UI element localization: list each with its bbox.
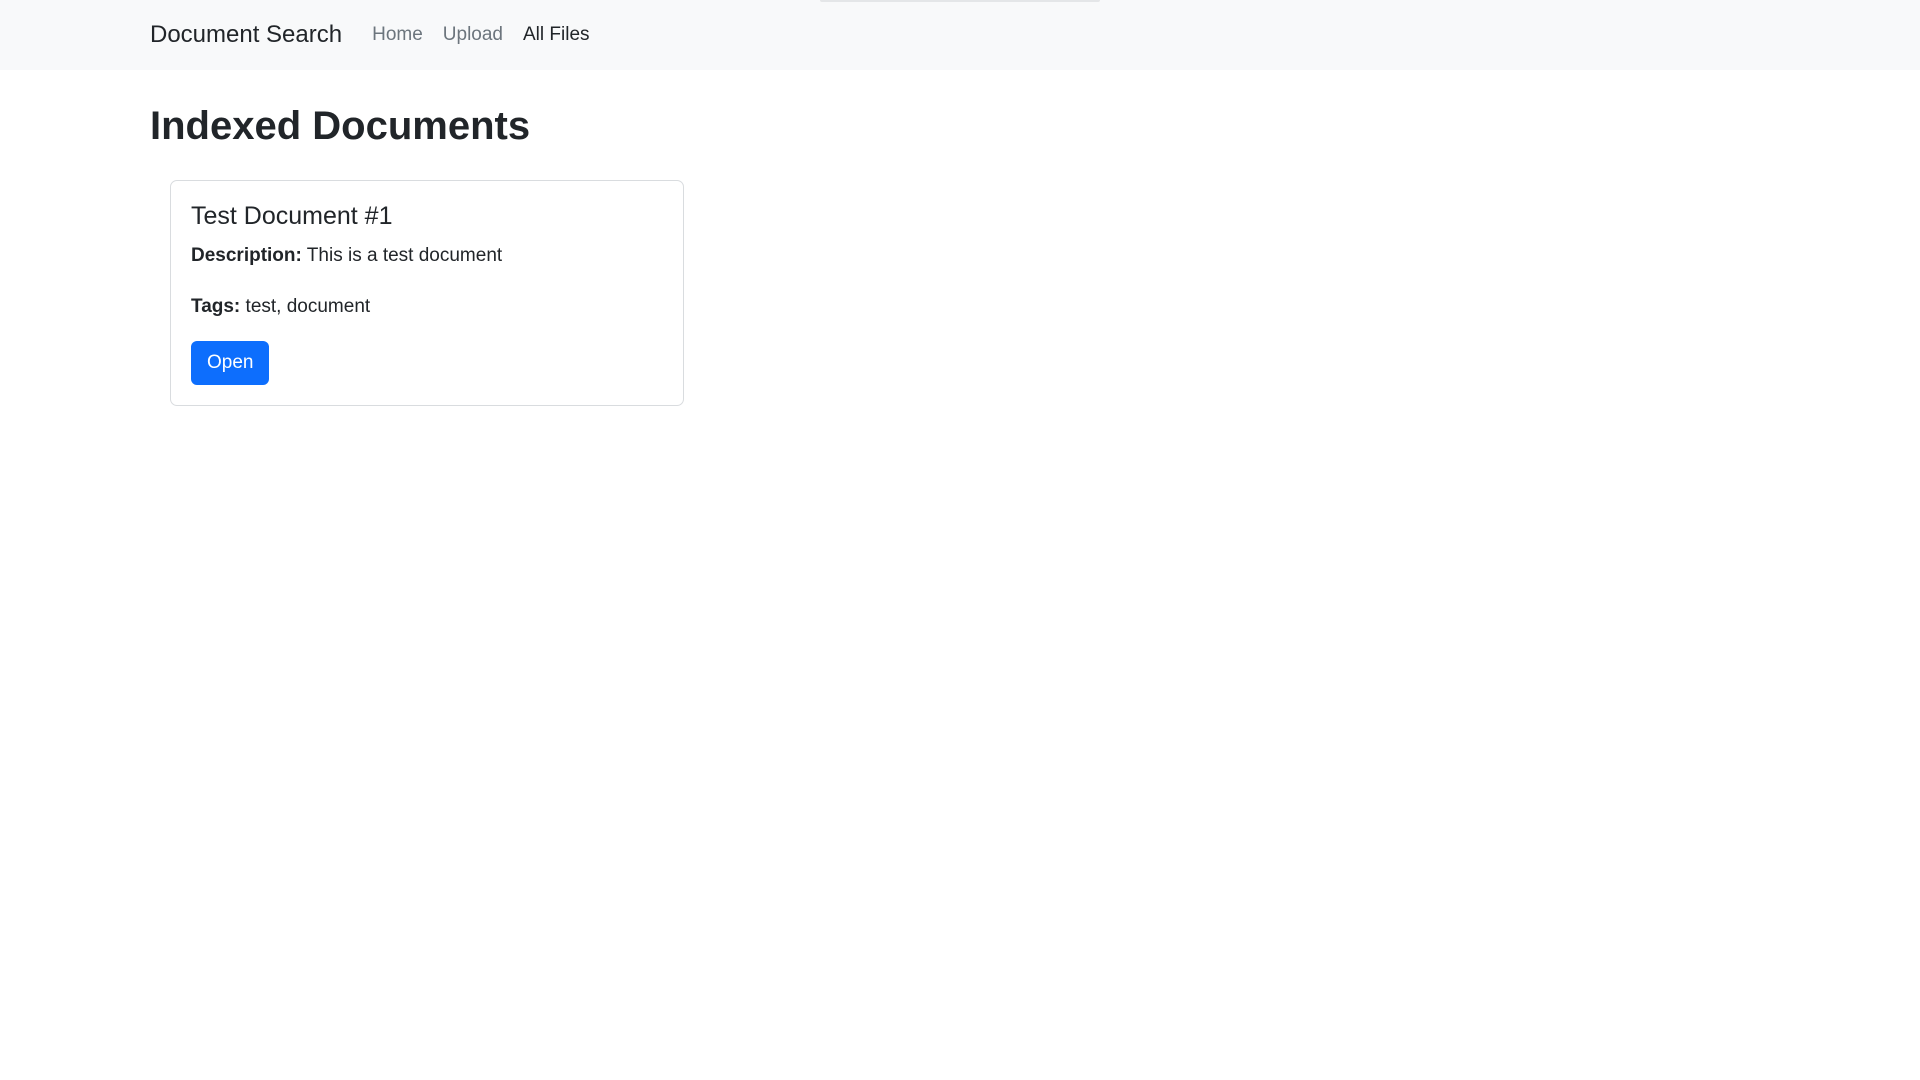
nav-shadow-decoration <box>820 0 1100 2</box>
navbar: Document Search Home Upload All Files <box>0 0 1920 70</box>
nav-link-upload[interactable]: Upload <box>443 24 503 46</box>
description-label: Description: <box>191 245 302 266</box>
document-description: Description: This is a test document <box>191 245 663 268</box>
description-value: This is a test document <box>306 245 503 266</box>
document-title: Test Document #1 <box>191 202 393 230</box>
document-tags: Tags: test, document <box>191 296 663 319</box>
navbar-brand[interactable]: Document Search <box>150 21 342 49</box>
main-content: Indexed Documents Test Document #1 Descr… <box>0 102 1920 406</box>
nav-link-home[interactable]: Home <box>372 24 423 46</box>
tags-label: Tags: <box>191 295 241 317</box>
page-title: Indexed Documents <box>150 104 531 148</box>
nav-link-all-files[interactable]: All Files <box>523 24 590 46</box>
nav-links: Home Upload All Files <box>372 24 589 46</box>
document-card: Test Document #1 Description: This is a … <box>170 180 684 406</box>
open-button[interactable]: Open <box>191 340 270 385</box>
tags-value: test, document <box>245 295 371 317</box>
